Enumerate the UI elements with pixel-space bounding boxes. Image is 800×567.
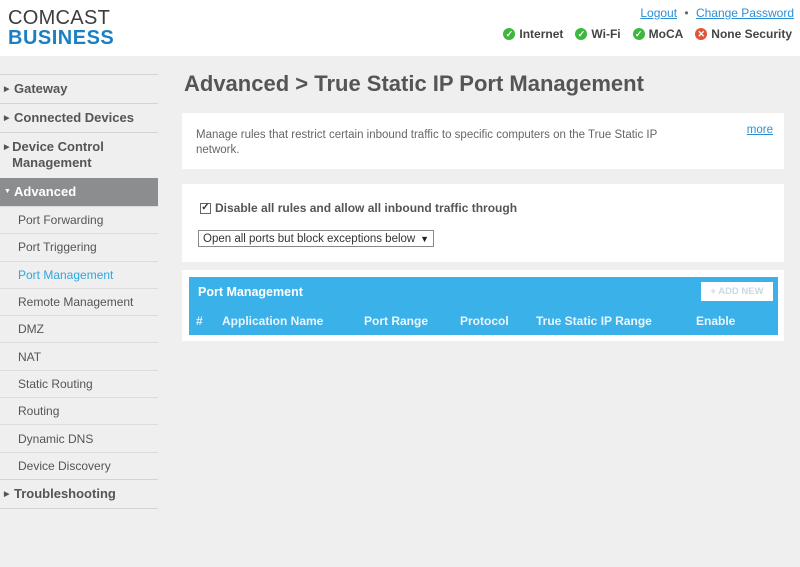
sidebar-item-connected-devices[interactable]: ▶ Connected Devices [0, 103, 158, 132]
status-wifi-label: Wi-Fi [591, 27, 621, 41]
sidebar-item-troubleshooting[interactable]: ▶ Troubleshooting [0, 478, 158, 509]
sidebar-item-label: Gateway [14, 81, 68, 96]
status-security: ✕ None Security [695, 27, 792, 41]
disable-rules-label: Disable all rules and allow all inbound … [215, 201, 518, 215]
change-password-link[interactable]: Change Password [696, 6, 794, 20]
sidebar-item-label: Advanced [14, 184, 77, 199]
caret-right-icon: ▶ [4, 490, 10, 498]
column-header-port-range: Port Range [364, 314, 429, 328]
account-links: Logout • Change Password [640, 6, 794, 20]
sidebar-item-gateway[interactable]: ▶ Gateway [0, 74, 158, 103]
port-mode-select[interactable]: Open all ports but block exceptions belo… [198, 230, 434, 247]
port-management-table-panel: Port Management + ADD NEW # Application … [182, 270, 784, 341]
page-description: Manage rules that restrict certain inbou… [196, 129, 658, 156]
logo-line-1: COMCAST [8, 7, 111, 29]
sidebar-item-device-control-management[interactable]: ▶ Device Control Management [0, 132, 158, 178]
logout-link[interactable]: Logout [640, 6, 677, 20]
options-panel: ✓ Disable all rules and allow all inboun… [182, 184, 784, 262]
status-wifi: ✓ Wi-Fi [575, 27, 621, 41]
column-header-application-name: Application Name [222, 314, 324, 328]
comcast-business-logo: COMCAST BUSINESS [8, 8, 114, 48]
sidebar-item-label: Connected Devices [14, 110, 134, 125]
connection-status-bar: ✓ Internet ✓ Wi-Fi ✓ MoCA ✕ None Securit… [503, 27, 792, 41]
port-mode-select-value: Open all ports but block exceptions belo… [203, 232, 416, 245]
status-security-label: None Security [711, 27, 792, 41]
info-panel: Manage rules that restrict certain inbou… [182, 113, 784, 169]
disable-rules-row: ✓ Disable all rules and allow all inboun… [200, 201, 517, 215]
column-header-enable: Enable [696, 314, 736, 328]
check-icon: ✓ [575, 28, 588, 40]
link-separator: • [684, 6, 689, 20]
check-icon: ✓ [503, 28, 516, 40]
column-header-protocol: Protocol [460, 314, 509, 328]
more-link[interactable]: more [747, 124, 773, 136]
sidebar-item-label: Device Control Management [12, 139, 104, 170]
disable-rules-checkbox[interactable]: ✓ [200, 202, 211, 214]
column-header-number: # [196, 314, 203, 328]
top-header: COMCAST BUSINESS Logout • Change Passwor… [0, 0, 800, 56]
status-moca: ✓ MoCA [632, 27, 684, 41]
status-internet: ✓ Internet [503, 27, 563, 41]
logo-line-2: BUSINESS [8, 27, 115, 49]
sidebar-nav: ▶ Gateway ▶ Connected Devices ▶ Device C… [0, 74, 158, 509]
sidebar-subitem-port-forwarding[interactable]: Port Forwarding [0, 206, 158, 233]
sidebar-subitem-port-management[interactable]: Port Management [0, 260, 158, 288]
x-icon: ✕ [695, 28, 708, 40]
caret-right-icon: ▶ [4, 86, 10, 93]
check-icon: ✓ [632, 28, 645, 40]
sidebar-subitem-static-routing[interactable]: Static Routing [0, 369, 158, 397]
table-title: Port Management [198, 285, 303, 299]
caret-right-icon: ▶ [4, 115, 10, 122]
caret-right-icon: ▶ [4, 144, 10, 151]
dropdown-arrow-icon: ▼ [420, 233, 429, 244]
column-header-true-static-ip-range: True Static IP Range [536, 314, 652, 328]
sidebar-subitem-device-discovery[interactable]: Device Discovery [0, 451, 158, 479]
add-new-button[interactable]: + ADD NEW [701, 282, 773, 301]
sidebar-subitem-nat[interactable]: NAT [0, 342, 158, 369]
page-title: Advanced > True Static IP Port Managemen… [184, 71, 644, 96]
sidebar-subitem-dmz[interactable]: DMZ [0, 315, 158, 342]
sidebar-item-advanced[interactable]: ▼ Advanced [0, 178, 158, 206]
port-management-table: Port Management + ADD NEW # Application … [189, 277, 778, 335]
status-moca-label: MoCA [648, 27, 684, 41]
caret-down-icon: ▼ [4, 188, 11, 195]
status-internet-label: Internet [519, 27, 564, 41]
sidebar-subitem-dynamic-dns[interactable]: Dynamic DNS [0, 424, 158, 451]
sidebar-subitem-port-triggering[interactable]: Port Triggering [0, 233, 158, 260]
sidebar-subitem-routing[interactable]: Routing [0, 397, 158, 424]
sidebar-subitem-remote-management[interactable]: Remote Management [0, 287, 158, 315]
sidebar-item-label: Troubleshooting [14, 485, 116, 501]
